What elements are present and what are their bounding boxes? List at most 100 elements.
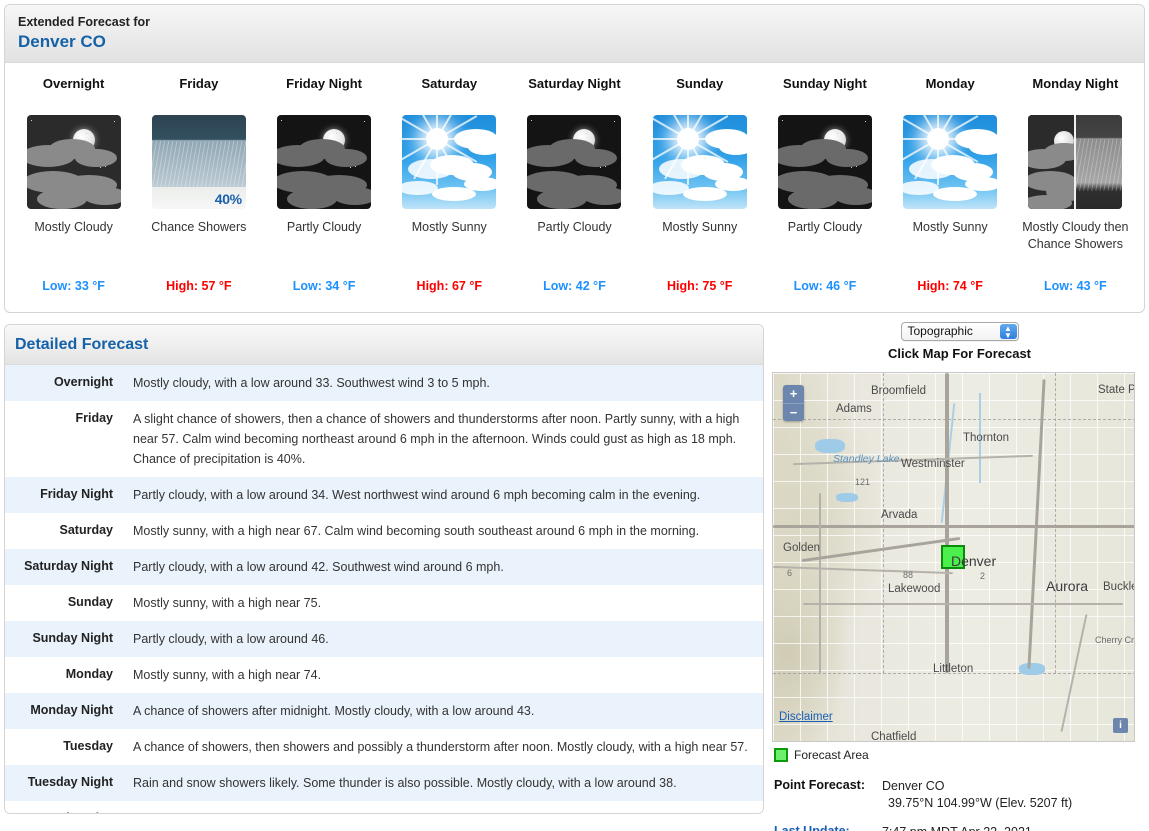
forecast-tile-temperature: Low: 33 °F xyxy=(42,279,105,293)
detailed-forecast-text: A chance of showers, then showers and po… xyxy=(133,740,748,754)
detailed-forecast-row: Sunday Mostly sunny, with a high near 75. xyxy=(5,585,763,621)
lake xyxy=(836,493,858,502)
last-update-link[interactable]: Last Update: xyxy=(774,824,882,831)
map-place-label: 121 xyxy=(855,477,871,487)
detailed-forecast-period: Monday Night xyxy=(30,703,113,717)
forecast-tile-icon-wrap xyxy=(514,115,635,209)
point-forecast-value: Denver CO 39.75°N 104.99°W (Elev. 5207 f… xyxy=(882,778,1072,812)
standley-lake xyxy=(815,439,845,453)
detailed-forecast-period: Tuesday xyxy=(63,739,113,753)
last-update-value: 7:47 pm MDT Apr 22, 2021 xyxy=(882,824,1032,831)
weather-forecast-page: Extended Forecast for Denver CO Overnigh… xyxy=(0,0,1149,831)
map-place-label: Broomfield xyxy=(871,385,926,397)
detailed-forecast-row: Overnight Mostly cloudy, with a low aroun… xyxy=(5,365,763,401)
forecast-tile-day: Saturday Night xyxy=(528,76,621,91)
forecast-tile-description: Mostly Sunny xyxy=(662,220,738,234)
county-boundary xyxy=(1055,373,1056,673)
detailed-forecast-text: A chance of rain and snow showers. Some … xyxy=(121,801,763,813)
point-forecast-row: Point Forecast: Denver CO 39.75°N 104.99… xyxy=(774,778,1147,812)
forecast-tile[interactable]: Overnight Mostly Cloudy Low: 33 °F xyxy=(11,75,136,294)
forecast-tile-description: Mostly Cloudy then Chance Showers xyxy=(1022,220,1129,251)
forecast-tile-icon-wrap xyxy=(13,115,134,209)
map-place-label: Arvada xyxy=(881,509,918,521)
mostly-sunny-icon xyxy=(652,115,747,209)
detailed-forecast-row: Sunday Night Partly cloudy, with a low ar… xyxy=(5,621,763,657)
map-place-label: 2 xyxy=(980,571,986,581)
chance-showers-icon: 40% xyxy=(151,115,246,209)
detailed-forecast-period: Saturday Night xyxy=(24,559,113,573)
detailed-forecast-row: Monday Mostly sunny, with a high near 74. xyxy=(5,657,763,693)
extended-forecast-panel: Extended Forecast for Denver CO Overnigh… xyxy=(4,4,1145,313)
road xyxy=(803,603,1123,605)
forecast-tile-icon-wrap xyxy=(1015,115,1136,209)
precip-probability: 40% xyxy=(214,191,242,207)
basemap-select[interactable]: Topographic ▲ ▼ xyxy=(900,322,1019,341)
forecast-tile-day: Sunday Night xyxy=(783,76,867,91)
basemap-select-row: Topographic ▲ ▼ xyxy=(772,322,1147,341)
detailed-forecast-period: Monday xyxy=(65,667,113,681)
chevron-updown-icon[interactable]: ▲ ▼ xyxy=(999,324,1017,340)
detailed-forecast-period: Sunday xyxy=(67,595,113,609)
forecast-tile[interactable]: Saturday Night Partly Cloudy Low: 42 °F xyxy=(512,75,637,294)
forecast-tile-day: Saturday xyxy=(421,76,478,91)
detailed-forecast-row: Saturday Night Partly cloudy, with a low … xyxy=(5,549,763,585)
icon-divider xyxy=(1074,115,1077,209)
detailed-forecast-text: Mostly sunny, with a high near 75. xyxy=(133,596,322,610)
forecast-tile[interactable]: Saturday Mostly Sunny High: 67 °F xyxy=(387,75,512,294)
detailed-forecast-row: Tuesday Night Rain and snow showers likel… xyxy=(5,765,763,801)
detailed-forecast-panel: Detailed Forecast Overnight Mostly cloudy… xyxy=(4,324,764,814)
night-cloud-half xyxy=(1028,115,1075,209)
detailed-forecast-period: Friday xyxy=(75,411,113,425)
map-place-label: Chatfield xyxy=(871,731,917,742)
detailed-forecast-text: Partly cloudy, with a low around 42. Sou… xyxy=(133,560,504,574)
map-legend: Forecast Area xyxy=(772,748,1147,762)
forecast-tile-description: Mostly Sunny xyxy=(912,220,988,234)
detailed-forecast-text: Rain and snow showers likely. Some thund… xyxy=(133,776,677,790)
last-update-row: Last Update: 7:47 pm MDT Apr 22, 2021 xyxy=(774,824,1147,831)
forecast-tile[interactable]: Friday 40% Chance Showers High: 57 °F xyxy=(136,75,261,294)
map-place-label: Thornton xyxy=(963,432,1010,444)
map-info-icon[interactable]: i xyxy=(1113,718,1128,733)
forecast-tile-temperature: Low: 42 °F xyxy=(543,279,606,293)
detailed-forecast-list: Overnight Mostly cloudy, with a low aroun… xyxy=(5,365,763,813)
detailed-forecast-period: Overnight xyxy=(53,375,113,389)
point-forecast-location: Denver CO xyxy=(882,779,945,793)
county-boundary xyxy=(883,373,884,673)
forecast-tile[interactable]: Sunday Night Partly Cloudy Low: 46 °F xyxy=(762,75,887,294)
night-partly-cloudy-icon xyxy=(277,115,372,209)
forecast-tile-description: Mostly Cloudy xyxy=(34,220,113,234)
detailed-forecast-row: WednesdayA chance of rain and snow showe… xyxy=(5,801,763,813)
forecast-tile[interactable]: Monday Night Mostly Cloudy then Chance Sh… xyxy=(1013,75,1138,294)
forecast-tile-day: Monday Night xyxy=(1032,76,1119,91)
forecast-tile-day: Overnight xyxy=(42,76,105,91)
point-forecast-coords: 39.75°N 104.99°W (Elev. 5207 ft) xyxy=(888,796,1073,810)
detailed-forecast-text: Mostly cloudy, with a low around 33. Sou… xyxy=(133,376,490,390)
forecast-tile-description: Chance Showers xyxy=(151,220,247,234)
forecast-tile[interactable]: Monday Mostly Sunny High: 74 °F xyxy=(888,75,1013,294)
zoom-out-button[interactable]: − xyxy=(783,403,804,421)
forecast-tile-row: Overnight Mostly Cloudy Low: 33 °F Friday 40… xyxy=(5,63,1144,294)
map-zoom-controls[interactable]: + − xyxy=(783,385,804,421)
detailed-forecast-header: Detailed Forecast xyxy=(5,325,763,365)
map-place-label: 88 xyxy=(903,570,914,580)
forecast-tile[interactable]: Friday Night Partly Cloudy Low: 34 °F xyxy=(261,75,386,294)
forecast-tile-temperature: Low: 43 °F xyxy=(1044,279,1107,293)
night-mostly-cloudy-icon xyxy=(26,115,121,209)
detailed-forecast-row: Saturday Mostly sunny, with a high near 6… xyxy=(5,513,763,549)
highway xyxy=(773,525,1134,528)
detailed-forecast-text: Mostly sunny, with a high near 67. Calm … xyxy=(133,524,700,538)
rain-half xyxy=(1076,115,1123,209)
map-disclaimer-link[interactable]: Disclaimer xyxy=(779,711,833,723)
basemap-select-value: Topographic xyxy=(907,324,973,338)
map-place-label: Golden xyxy=(783,542,821,554)
zoom-in-button[interactable]: + xyxy=(783,385,804,403)
road xyxy=(819,493,821,673)
night-cloudy-then-showers-icon xyxy=(1028,115,1123,209)
forecast-tile-description: Partly Cloudy xyxy=(286,220,362,234)
forecast-map[interactable]: Broomfield Adams State Pa Thornton Westminst… xyxy=(772,372,1135,742)
forecast-tile-description: Mostly Sunny xyxy=(411,220,487,234)
click-map-label: Click Map For Forecast xyxy=(887,346,1032,361)
forecast-tile-day: Friday xyxy=(179,76,219,91)
detailed-forecast-title: Detailed Forecast xyxy=(15,335,149,353)
forecast-tile[interactable]: Sunday Mostly Sunny High: 75 °F xyxy=(637,75,762,294)
